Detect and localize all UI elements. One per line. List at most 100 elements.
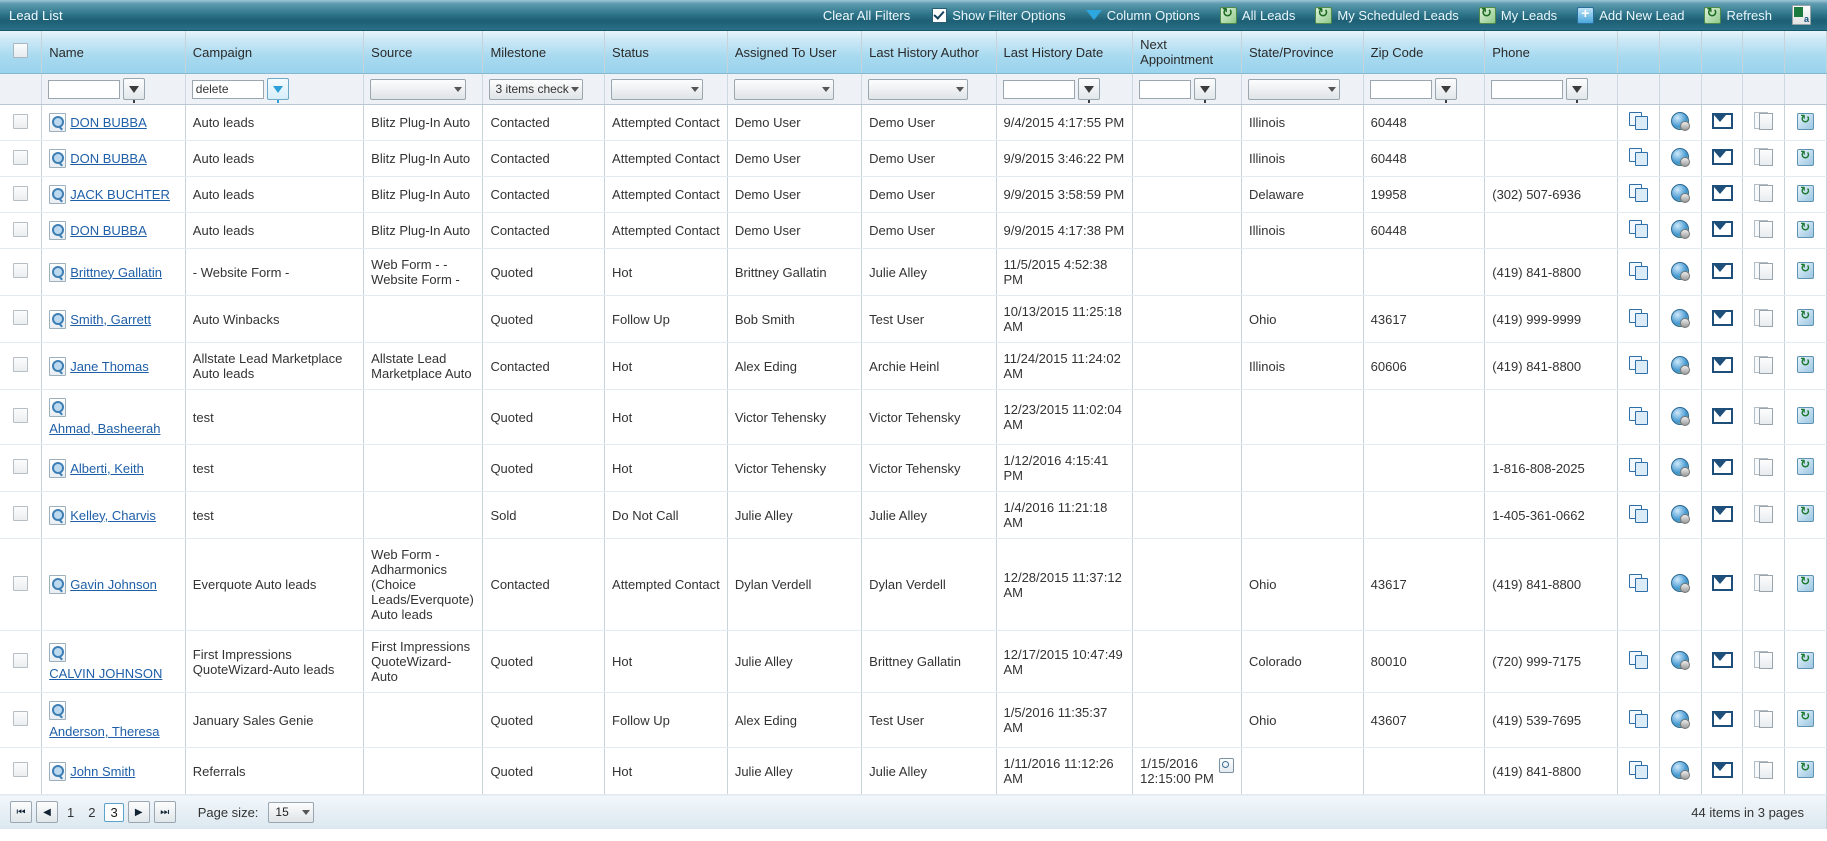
cell-action[interactable] <box>1617 538 1661 631</box>
cell-action[interactable] <box>1701 140 1744 177</box>
row-select-cell[interactable] <box>0 630 43 693</box>
transfer-document-icon[interactable] <box>1754 148 1774 166</box>
select-all-header[interactable] <box>0 31 43 74</box>
row-select-cell[interactable] <box>0 295 43 343</box>
web-lead-icon[interactable] <box>1671 112 1691 131</box>
row-checkbox[interactable] <box>13 459 29 474</box>
duplicate-icon[interactable] <box>1629 308 1649 327</box>
lead-detail-icon[interactable] <box>49 642 67 662</box>
cell-action[interactable] <box>1617 212 1661 249</box>
column-header-assigned-to-user[interactable]: Assigned To User <box>727 31 863 74</box>
filter-input-campaign[interactable] <box>191 79 264 99</box>
cell-action[interactable] <box>1659 342 1702 390</box>
filter-button-name[interactable] <box>123 78 146 103</box>
cell-action[interactable] <box>1659 630 1702 693</box>
lead-name-link[interactable]: DON BUBBA <box>70 223 147 238</box>
cell-action[interactable] <box>1659 747 1702 795</box>
cell-action[interactable] <box>1701 176 1744 213</box>
lead-detail-icon[interactable] <box>49 398 67 417</box>
filter-select-state-province[interactable] <box>1248 78 1341 100</box>
web-lead-icon[interactable] <box>1671 355 1691 375</box>
lead-detail-icon[interactable] <box>49 221 67 240</box>
duplicate-icon[interactable] <box>1629 457 1649 476</box>
lead-name-link[interactable]: John Smith <box>70 764 135 779</box>
lead-detail-icon[interactable] <box>49 701 67 720</box>
email-icon[interactable] <box>1711 149 1733 165</box>
cell-action[interactable] <box>1701 212 1744 249</box>
cell-name[interactable]: Ahmad, Basheerah <box>41 389 186 445</box>
column-header-name[interactable]: Name <box>41 31 186 74</box>
web-lead-icon[interactable] <box>1671 184 1691 203</box>
web-lead-icon[interactable] <box>1671 220 1691 239</box>
table-row[interactable]: Brittney Gallatin - Website Form - Web For… <box>0 248 1827 296</box>
cell-action[interactable] <box>1784 630 1827 693</box>
filter-button-phone[interactable] <box>1566 78 1589 103</box>
row-checkbox[interactable] <box>13 711 29 726</box>
cell-action[interactable] <box>1617 248 1661 296</box>
cell-action[interactable] <box>1784 491 1827 539</box>
cell-action[interactable] <box>1659 491 1702 539</box>
recycle-icon[interactable] <box>1797 307 1815 326</box>
transfer-document-icon[interactable] <box>1754 504 1774 523</box>
cell-action[interactable] <box>1617 389 1661 445</box>
filter-button-campaign[interactable] <box>266 78 289 103</box>
cell-action[interactable] <box>1742 104 1786 141</box>
row-select-cell[interactable] <box>0 389 43 445</box>
cell-action[interactable] <box>1659 692 1702 748</box>
cell-action[interactable] <box>1742 176 1786 213</box>
web-lead-icon[interactable] <box>1671 148 1691 167</box>
web-lead-icon[interactable] <box>1671 261 1691 281</box>
show-filter-options-toggle[interactable]: Show Filter Options <box>922 0 1075 31</box>
cell-action[interactable] <box>1784 538 1827 631</box>
row-checkbox[interactable] <box>13 113 29 129</box>
pager-last-button[interactable]: ⏭ <box>153 801 176 823</box>
cell-action[interactable] <box>1617 747 1661 795</box>
email-icon[interactable] <box>1711 221 1733 237</box>
recycle-icon[interactable] <box>1797 183 1815 202</box>
row-select-cell[interactable] <box>0 176 43 213</box>
cell-action[interactable] <box>1617 491 1661 539</box>
pager-page-3-current[interactable]: 3 <box>104 802 124 822</box>
cell-action[interactable] <box>1742 295 1786 343</box>
cell-action[interactable] <box>1701 342 1744 390</box>
cell-action[interactable] <box>1659 389 1702 445</box>
cell-action[interactable] <box>1659 212 1702 249</box>
email-icon[interactable] <box>1711 113 1733 129</box>
lead-name-link[interactable]: Smith, Garrett <box>70 312 151 327</box>
cell-action[interactable] <box>1784 747 1827 795</box>
web-lead-icon[interactable] <box>1671 504 1691 524</box>
select-all-checkbox[interactable] <box>13 43 29 58</box>
transfer-document-icon[interactable] <box>1754 112 1774 130</box>
transfer-document-icon[interactable] <box>1754 220 1774 238</box>
filter-select-last-history-author[interactable] <box>868 78 969 100</box>
lead-detail-icon[interactable] <box>49 761 67 781</box>
lead-name-link[interactable]: CALVIN JOHNSON <box>49 666 162 681</box>
cell-name[interactable]: Brittney Gallatin <box>41 248 186 296</box>
row-checkbox[interactable] <box>13 762 29 777</box>
duplicate-icon[interactable] <box>1629 709 1649 728</box>
lead-name-link[interactable]: Brittney Gallatin <box>70 265 162 280</box>
filter-button-zip-code[interactable] <box>1434 78 1457 103</box>
cell-action[interactable] <box>1659 444 1702 492</box>
email-icon[interactable] <box>1711 458 1733 475</box>
cell-name[interactable]: DON BUBBA <box>41 104 186 141</box>
column-header-status[interactable]: Status <box>604 31 728 74</box>
lead-detail-icon[interactable] <box>49 185 67 204</box>
cell-name[interactable]: Jane Thomas <box>41 342 186 390</box>
cell-action[interactable] <box>1784 295 1827 343</box>
filter-input-next-appointment[interactable] <box>1139 79 1192 99</box>
column-header-zip-code[interactable]: Zip Code <box>1363 31 1486 74</box>
cell-action[interactable] <box>1617 342 1661 390</box>
filter-select-source[interactable] <box>370 78 467 100</box>
email-icon[interactable] <box>1711 505 1733 522</box>
email-icon[interactable] <box>1711 710 1733 727</box>
lead-detail-icon[interactable] <box>49 309 67 329</box>
pager-page-1[interactable]: 1 <box>62 805 79 820</box>
table-row[interactable]: John Smith Referrals Quoted Hot Julie Alley J… <box>0 747 1827 795</box>
cell-action[interactable] <box>1742 444 1786 492</box>
recycle-icon[interactable] <box>1797 708 1815 727</box>
pager-prev-button[interactable]: ◀ <box>36 801 58 823</box>
cell-action[interactable] <box>1784 248 1827 296</box>
lead-detail-icon[interactable] <box>49 458 67 478</box>
cell-name[interactable]: JACK BUCHTER <box>41 176 186 213</box>
